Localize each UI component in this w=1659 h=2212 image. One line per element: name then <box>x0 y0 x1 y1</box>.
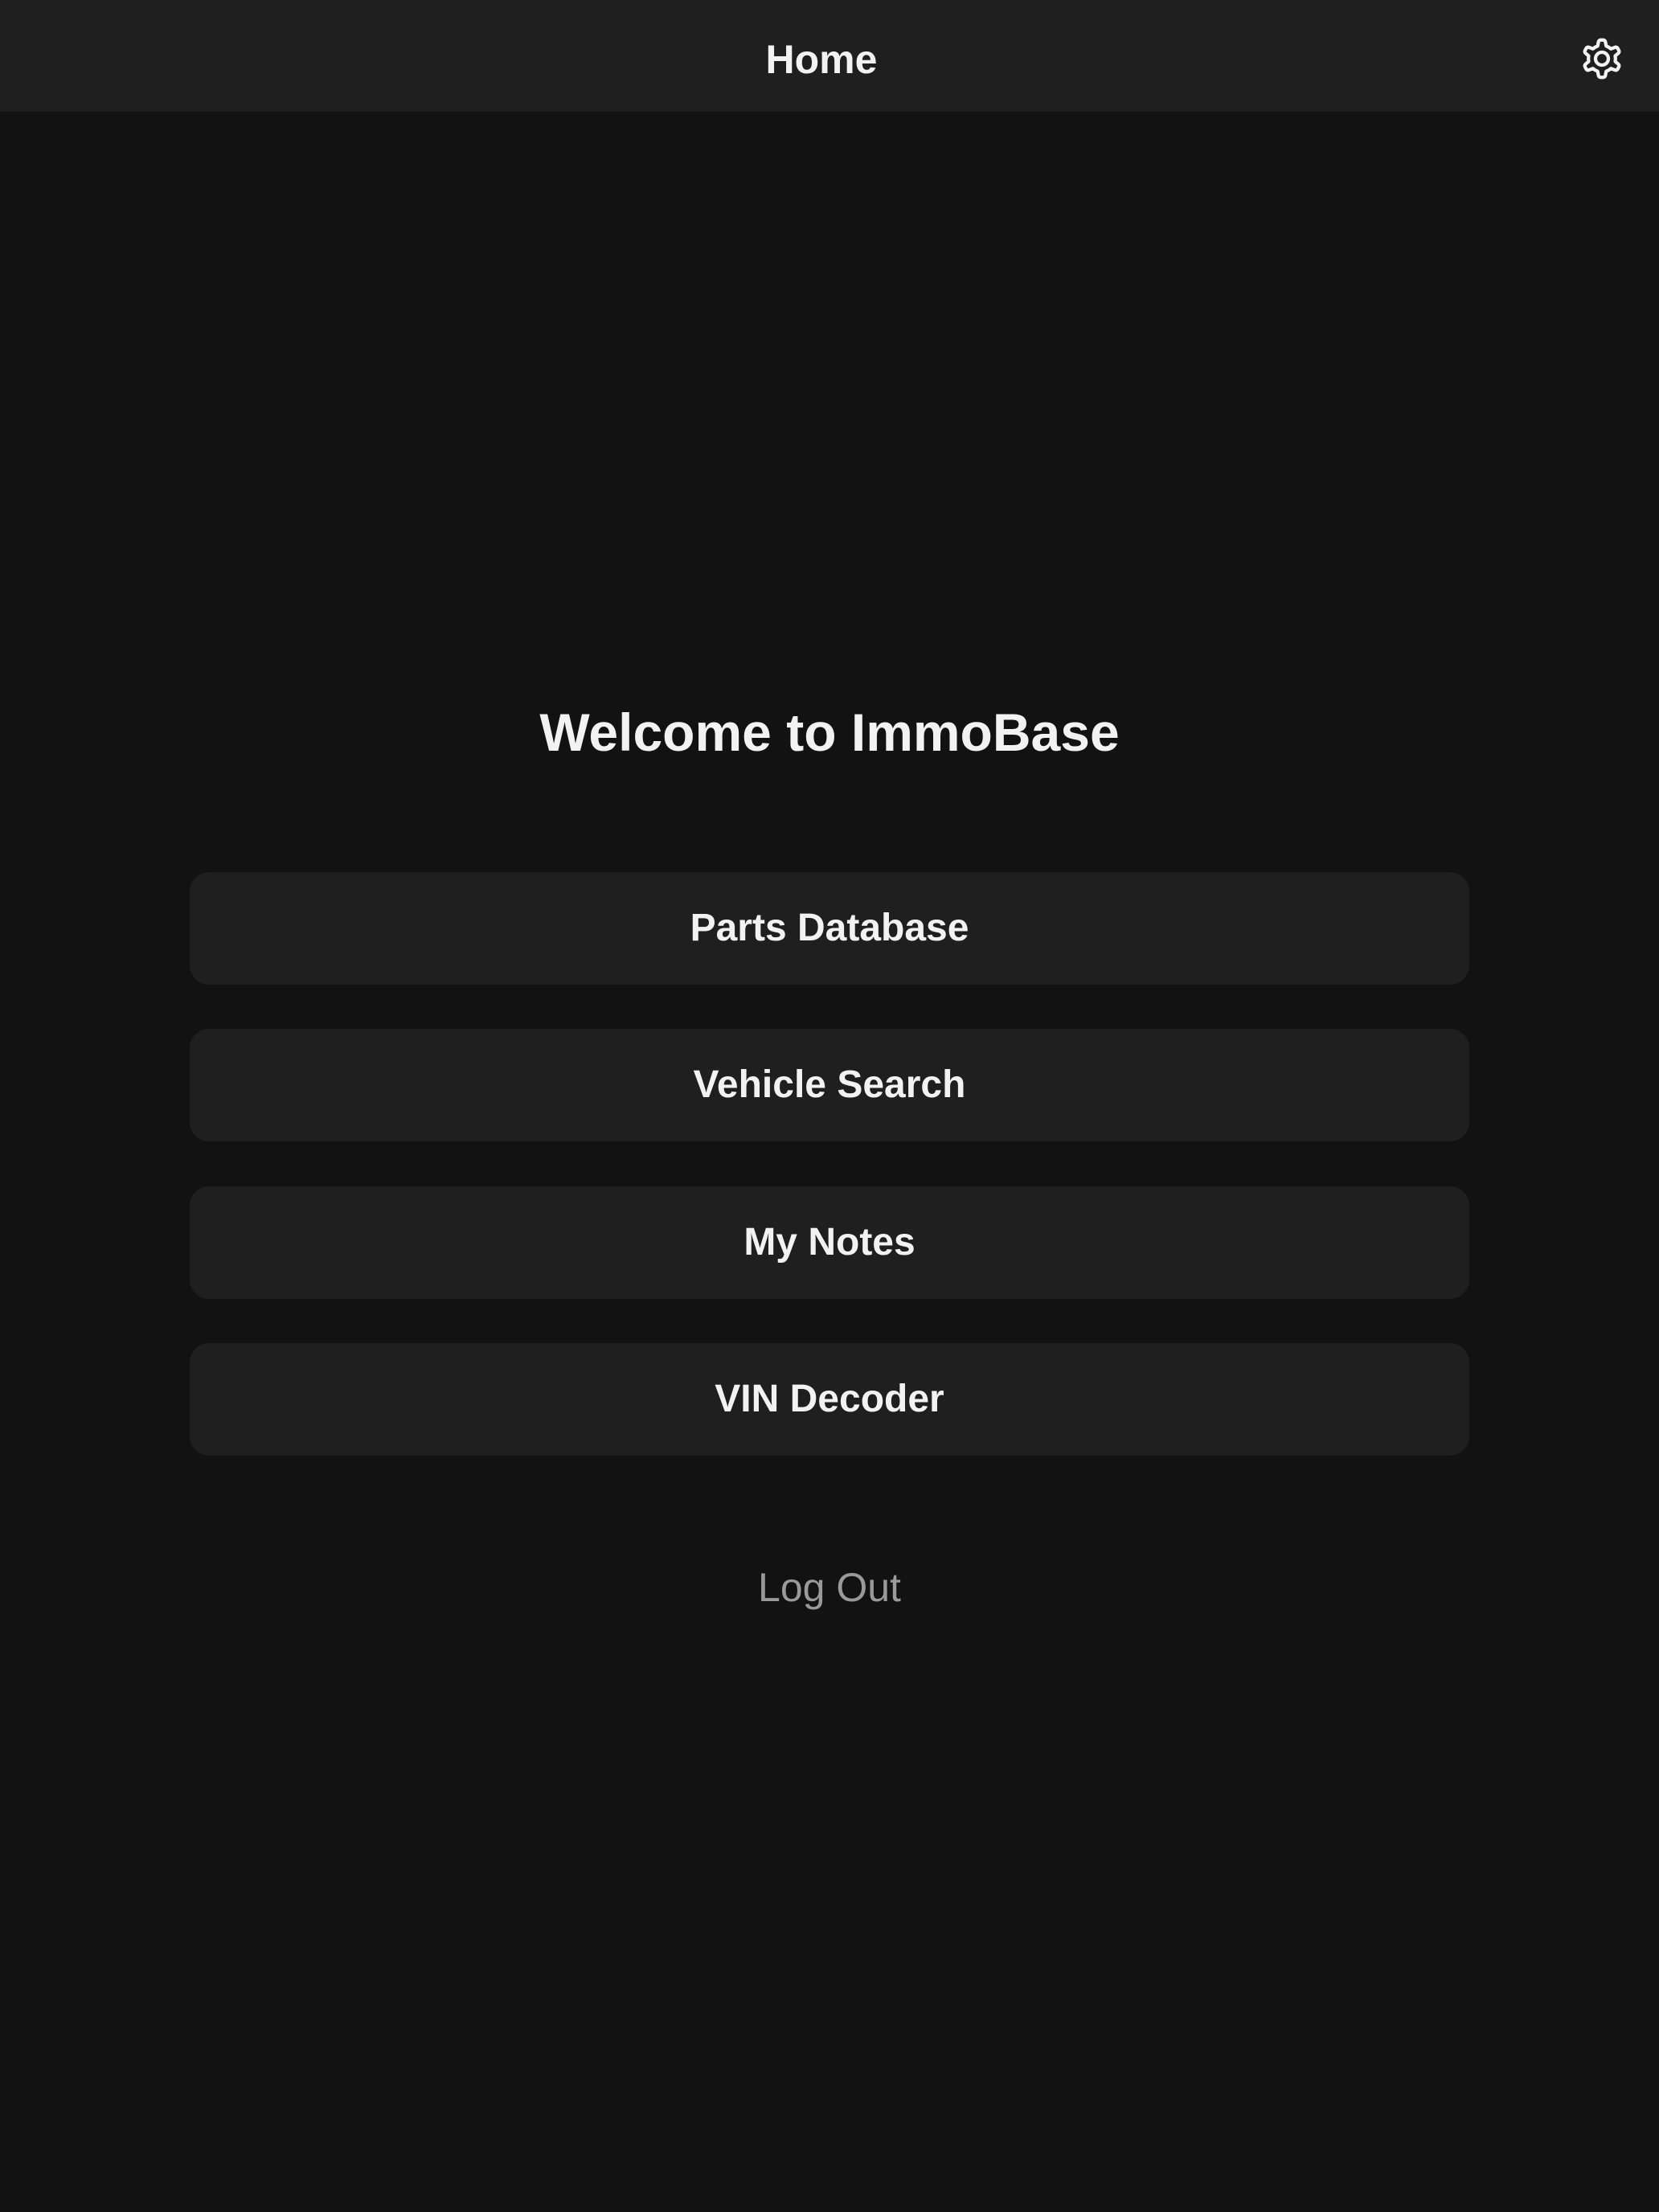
vehicle-search-button[interactable]: Vehicle Search <box>190 1029 1469 1141</box>
home-screen: Home Welcome to ImmoBase Parts Database … <box>0 0 1659 2212</box>
vin-decoder-button[interactable]: VIN Decoder <box>190 1343 1469 1456</box>
my-notes-button[interactable]: My Notes <box>190 1186 1469 1299</box>
gear-icon <box>1576 33 1628 88</box>
navigation-bar: Home <box>0 0 1659 112</box>
welcome-heading: Welcome to ImmoBase <box>539 703 1120 762</box>
log-out-button[interactable]: Log Out <box>0 1551 1659 1624</box>
settings-button[interactable] <box>1570 32 1634 88</box>
parts-database-button[interactable]: Parts Database <box>190 872 1469 985</box>
page-title: Home <box>765 37 878 82</box>
